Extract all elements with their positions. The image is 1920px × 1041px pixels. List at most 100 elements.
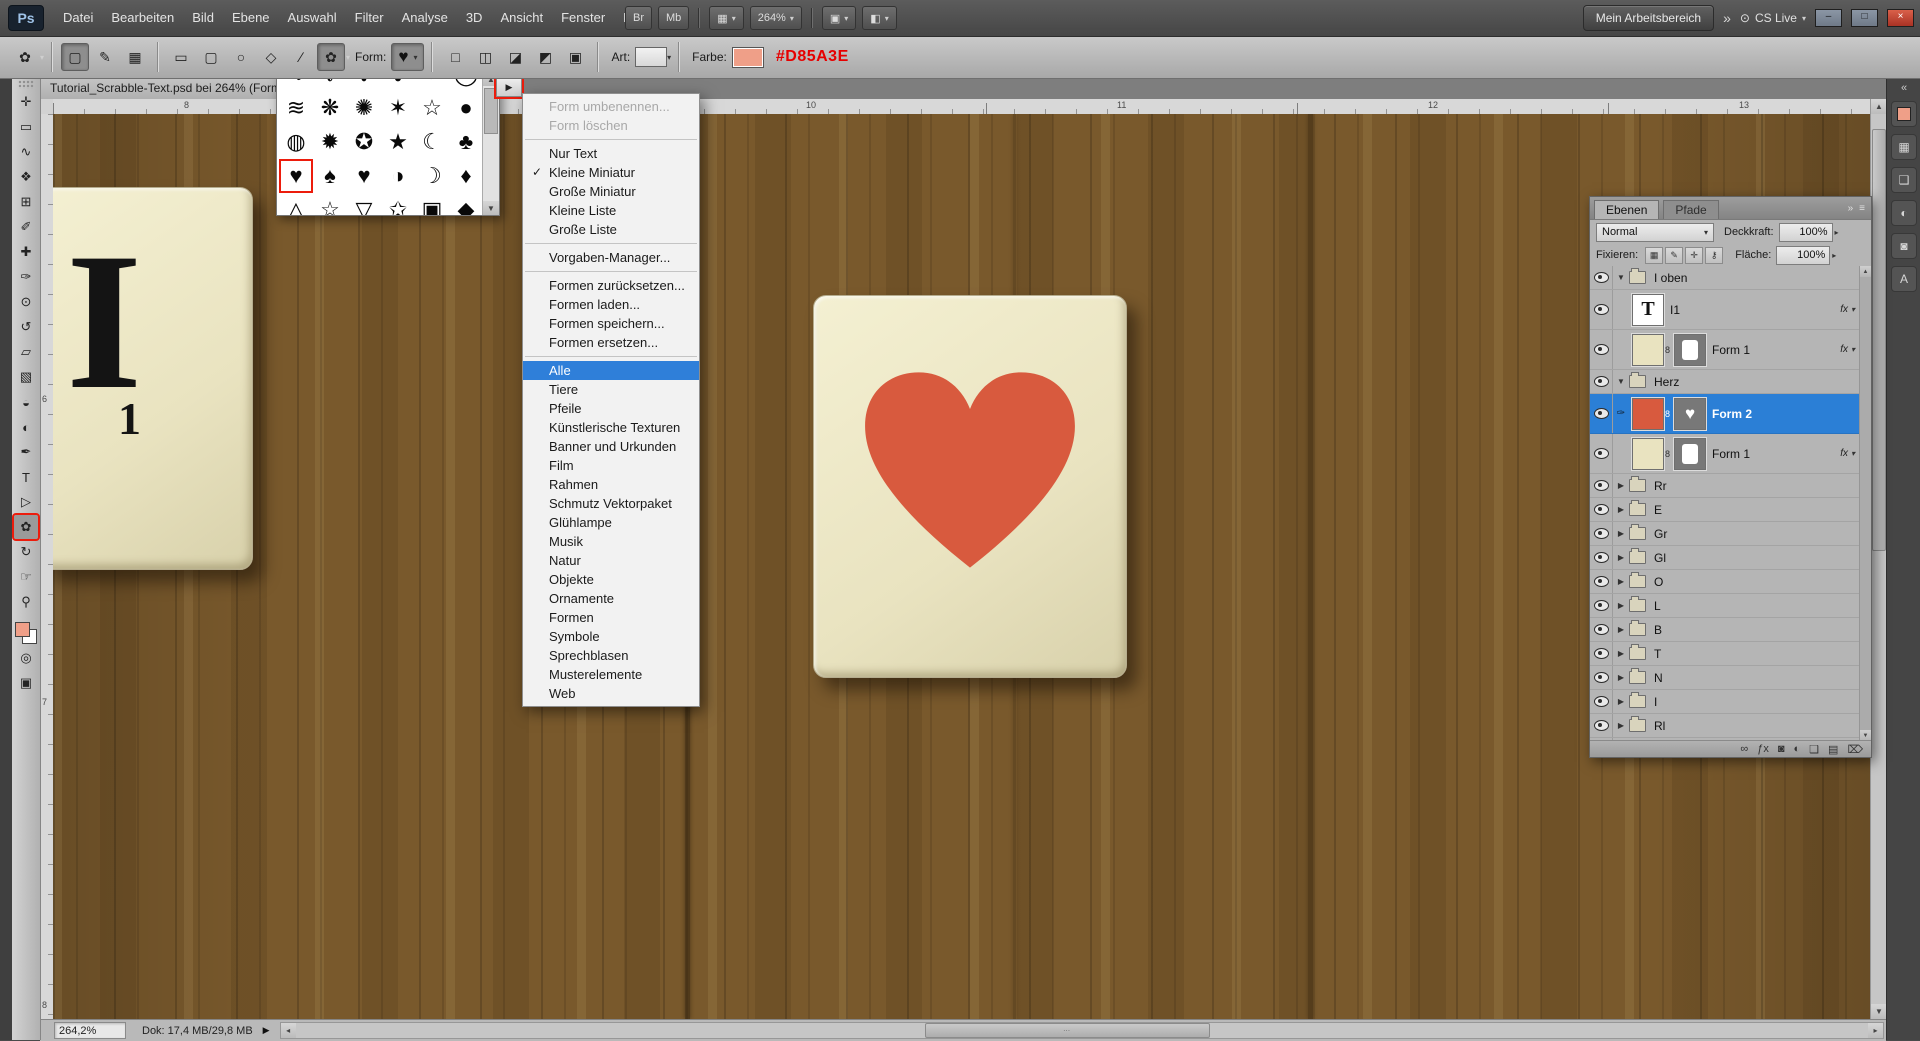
chevron-right-icon[interactable]: ▸ bbox=[1832, 251, 1836, 260]
expander-closed-icon[interactable]: ▶ bbox=[1613, 625, 1629, 634]
vertical-scrollbar[interactable]: ▲ ▼ bbox=[1870, 99, 1887, 1019]
scroll-up-arrow[interactable]: ▲ bbox=[1871, 99, 1887, 114]
visibility-toggle[interactable] bbox=[1590, 570, 1613, 593]
flyout-item-natur[interactable]: Natur bbox=[523, 551, 699, 570]
styles-panel-icon[interactable]: ❑ bbox=[1891, 167, 1917, 193]
workspace-button[interactable]: Mein Arbeitsbereich bbox=[1582, 5, 1715, 31]
eyedropper-tool[interactable]: ✐ bbox=[14, 215, 38, 239]
layer-row-gr[interactable]: ▶ Gr bbox=[1590, 522, 1860, 546]
swatches-panel-icon[interactable]: ▦ bbox=[1891, 134, 1917, 160]
layer-style-badge[interactable]: fx ▾ bbox=[1840, 344, 1855, 355]
heart-shape-swatch[interactable]: ♥ bbox=[279, 159, 313, 193]
layer-row-rr[interactable]: ▶ Rr bbox=[1590, 474, 1860, 498]
menu-bearbeiten[interactable]: Bearbeiten bbox=[102, 0, 183, 36]
fill-thumbnail[interactable] bbox=[1632, 437, 1664, 470]
flyout-item-pfeile[interactable]: Pfeile bbox=[523, 399, 699, 418]
flyout-item-kleine-liste[interactable]: Kleine Liste bbox=[523, 201, 699, 220]
layer-row-form-2[interactable]: ✑ 8 ♥ Form 2 bbox=[1590, 394, 1860, 434]
flyout-item-formen-zurücksetzen[interactable]: Formen zurücksetzen... bbox=[523, 276, 699, 295]
flyout-item-formen-laden[interactable]: Formen laden... bbox=[523, 295, 699, 314]
vector-mask-thumbnail[interactable]: ♥ bbox=[1674, 397, 1707, 430]
shape-swatch[interactable]: ◑ bbox=[381, 159, 415, 193]
flyout-item-formen-speichern[interactable]: Formen speichern... bbox=[523, 314, 699, 333]
expander-closed-icon[interactable]: ▶ bbox=[1613, 505, 1629, 514]
pen-tool[interactable]: ✒ bbox=[14, 440, 38, 464]
horizontal-scrollbar[interactable]: ◂ ⋯ ▸ bbox=[279, 1022, 1884, 1039]
visibility-toggle[interactable] bbox=[1590, 642, 1613, 665]
vector-mask-thumbnail[interactable] bbox=[1674, 333, 1707, 366]
marquee-tool[interactable]: ▭ bbox=[14, 115, 38, 139]
rectangle-tool-icon[interactable]: ▭ bbox=[167, 43, 195, 71]
tab-ebenen[interactable]: Ebenen bbox=[1594, 200, 1660, 219]
scrollbar-thumb[interactable]: ⋯ bbox=[924, 1023, 1210, 1038]
adjustments-panel-icon[interactable]: ◐ bbox=[1891, 200, 1917, 226]
visibility-toggle[interactable] bbox=[1590, 594, 1613, 617]
crop-tool[interactable]: ⊞ bbox=[14, 190, 38, 214]
visibility-toggle[interactable] bbox=[1590, 394, 1613, 433]
flyout-item-musterelemente[interactable]: Musterelemente bbox=[523, 665, 699, 684]
lock-all-icon[interactable]: ⚷ bbox=[1705, 246, 1724, 264]
foreground-color-swatch[interactable] bbox=[15, 622, 30, 637]
visibility-toggle[interactable] bbox=[1590, 330, 1613, 369]
lock-pixels-icon[interactable]: ✎ bbox=[1665, 246, 1684, 264]
visibility-toggle[interactable] bbox=[1590, 290, 1613, 329]
shape-swatch[interactable]: ☆ bbox=[415, 91, 449, 125]
flyout-item-musik[interactable]: Musik bbox=[523, 532, 699, 551]
scroll-right-arrow[interactable]: ▸ bbox=[1868, 1023, 1883, 1038]
maximize-button[interactable]: □ bbox=[1851, 9, 1878, 27]
panel-menu-icon[interactable]: ≡ bbox=[1859, 203, 1865, 214]
quick-mask-button[interactable]: ◎ bbox=[14, 646, 38, 670]
expander-closed-icon[interactable]: ▶ bbox=[1613, 553, 1629, 562]
layer-style-icon[interactable]: ƒx bbox=[1757, 743, 1769, 755]
ellipse-tool-icon[interactable]: ○ bbox=[227, 43, 255, 71]
tool-preset-picker[interactable]: ✿ bbox=[11, 43, 39, 71]
shape-swatch[interactable]: ◍ bbox=[279, 125, 313, 159]
rounded-rectangle-tool-icon[interactable]: ▢ bbox=[197, 43, 225, 71]
expander-closed-icon[interactable]: ▶ bbox=[1613, 529, 1629, 538]
visibility-toggle[interactable] bbox=[1590, 498, 1613, 521]
shape-swatch[interactable]: ☆ bbox=[313, 193, 347, 215]
shape-swatch[interactable]: ♠ bbox=[313, 159, 347, 193]
gradient-tool[interactable]: ▧ bbox=[14, 365, 38, 389]
flyout-item-kleine-miniatur[interactable]: ✓ Kleine Miniatur bbox=[523, 163, 699, 182]
scrollbar-track[interactable]: ⋯ bbox=[296, 1023, 1868, 1038]
dodge-tool[interactable]: ◐ bbox=[14, 415, 38, 439]
fill-field[interactable]: 100% bbox=[1776, 245, 1831, 265]
visibility-toggle[interactable] bbox=[1590, 714, 1613, 737]
flyout-item-symbole[interactable]: Symbole bbox=[523, 627, 699, 646]
healing-brush-tool[interactable]: ✚ bbox=[14, 240, 38, 264]
lock-transparency-icon[interactable]: ▦ bbox=[1645, 246, 1664, 264]
style-swatch[interactable] bbox=[635, 47, 668, 67]
flyout-item-sprechblasen[interactable]: Sprechblasen bbox=[523, 646, 699, 665]
new-group-icon[interactable]: ❑ bbox=[1809, 743, 1819, 756]
flyout-item-glühlampe[interactable]: Glühlampe bbox=[523, 513, 699, 532]
workspace-overflow-button[interactable]: » bbox=[1723, 10, 1731, 26]
layer-row-l[interactable]: ▶ L bbox=[1590, 594, 1860, 618]
layer-row-i[interactable]: ▶ I bbox=[1590, 690, 1860, 714]
layer-row-t[interactable]: ▶ T bbox=[1590, 642, 1860, 666]
menu-bild[interactable]: Bild bbox=[183, 0, 223, 36]
rotate-view-tool[interactable]: ↻ bbox=[14, 540, 38, 564]
fill-pixels-mode-icon[interactable]: ▦ bbox=[121, 43, 149, 71]
polygon-tool-icon[interactable]: ◇ bbox=[257, 43, 285, 71]
layer-style-badge[interactable]: fx ▾ bbox=[1840, 304, 1855, 315]
delete-layer-icon[interactable]: ⌦ bbox=[1847, 743, 1863, 756]
blur-tool[interactable]: ◒ bbox=[14, 390, 38, 414]
shape-swatch[interactable]: ☽ bbox=[415, 159, 449, 193]
shape-swatch[interactable]: ▽ bbox=[347, 193, 381, 215]
line-tool-icon[interactable]: ∕ bbox=[287, 43, 315, 71]
scroll-down-arrow[interactable]: ▼ bbox=[483, 201, 499, 215]
flyout-item-formen-ersetzen[interactable]: Formen ersetzen... bbox=[523, 333, 699, 352]
expander-closed-icon[interactable]: ▶ bbox=[1613, 481, 1629, 490]
custom-shape-tool[interactable]: ✿ bbox=[12, 513, 40, 541]
cs-live-button[interactable]: ⊙ CS Live ▾ bbox=[1740, 11, 1806, 25]
visibility-toggle[interactable] bbox=[1590, 266, 1613, 289]
flyout-item-große-liste[interactable]: Große Liste bbox=[523, 220, 699, 239]
fill-thumbnail[interactable] bbox=[1632, 333, 1664, 366]
move-tool[interactable]: ✛ bbox=[14, 90, 38, 114]
shape-swatch[interactable]: ▣ bbox=[415, 193, 449, 215]
view-extras-button[interactable]: ▦ ▾ bbox=[709, 6, 744, 30]
chevron-right-icon[interactable]: ▸ bbox=[1835, 228, 1839, 237]
expander-closed-icon[interactable]: ▶ bbox=[1613, 721, 1629, 730]
text-layer-thumbnail[interactable]: T bbox=[1632, 293, 1664, 326]
